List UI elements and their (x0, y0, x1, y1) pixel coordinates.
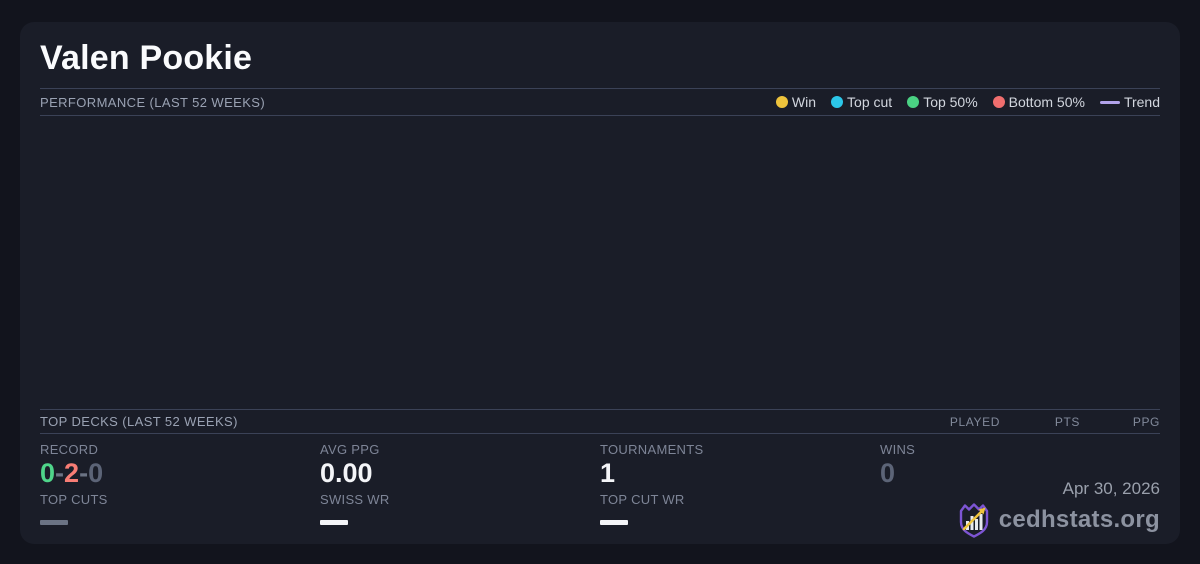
top-decks-section-header: TOP DECKS (LAST 52 WEEKS) PLAYED PTS PPG (40, 409, 1160, 434)
generated-date: Apr 30, 2026 (1062, 479, 1160, 498)
bottom-50-dot-icon (992, 96, 1005, 108)
legend-label: Trend (1123, 94, 1160, 110)
record-wins: 0 (40, 458, 56, 488)
stat-tournaments: TOURNAMENTS 1 TOP CUT WR (600, 442, 880, 544)
brand[interactable]: cedhstats.org (957, 502, 1160, 538)
legend-label: Win (791, 94, 817, 110)
record-value: 0-2-0 (40, 458, 320, 488)
top-50-dot-icon (907, 96, 920, 108)
trend-line-icon (1099, 100, 1120, 104)
brand-name: cedhstats.org (998, 506, 1160, 533)
top-decks-heading: TOP DECKS (LAST 52 WEEKS) (40, 414, 238, 429)
wins-label: WINS (880, 442, 916, 457)
top-cut-wr-placeholder-dash (600, 520, 628, 525)
cedhstats-shield-logo-icon (959, 503, 988, 538)
column-header-ppg: PPG (1132, 414, 1160, 429)
player-stats-card: Valen Pookie PERFORMANCE (LAST 52 WEEKS)… (20, 22, 1180, 544)
stat-record: RECORD 0-2-0 TOP CUTS (40, 442, 320, 544)
stat-avg-ppg: AVG PPG 0.00 SWISS WR (320, 442, 600, 544)
legend-label: Bottom 50% (1008, 94, 1085, 110)
record-separator: - (79, 458, 89, 488)
column-header-played: PLAYED (949, 414, 1000, 429)
page-title: Valen Pookie (40, 39, 253, 77)
card-footer: Apr 30, 2026 cedhstats.org (957, 479, 1160, 538)
legend-item-win[interactable]: Win (775, 94, 817, 110)
record-losses: 2 (64, 458, 80, 488)
legend-label: Top 50% (923, 94, 978, 110)
swiss-wr-placeholder-dash (320, 520, 348, 525)
top-cut-dot-icon (831, 96, 844, 108)
legend-item-bottom-50[interactable]: Bottom 50% (992, 94, 1085, 110)
top-decks-column-headers: PLAYED PTS PPG (920, 415, 1160, 429)
record-draws: 0 (88, 458, 104, 488)
avg-ppg-label: AVG PPG (320, 442, 380, 457)
tournaments-value: 1 (600, 458, 616, 488)
performance-chart-empty (40, 116, 1160, 409)
chart-legend: Win Top cut Top 50% Bottom 50% Trend (775, 94, 1160, 110)
avg-ppg-value: 0.00 (320, 458, 373, 488)
top-cuts-label: TOP CUTS (40, 492, 108, 507)
win-dot-icon (775, 96, 788, 108)
performance-heading: PERFORMANCE (LAST 52 WEEKS) (40, 94, 266, 110)
swiss-wr-label: SWISS WR (320, 492, 390, 507)
top-cuts-placeholder-dash (40, 520, 68, 525)
record-separator: - (55, 458, 65, 488)
top-cut-wr-label: TOP CUT WR (600, 492, 685, 507)
legend-item-top-cut[interactable]: Top cut (831, 94, 892, 110)
record-label: RECORD (40, 442, 99, 457)
legend-item-trend[interactable]: Trend (1099, 94, 1160, 110)
legend-item-top-50[interactable]: Top 50% (907, 94, 978, 110)
legend-label: Top cut (847, 94, 893, 110)
tournaments-label: TOURNAMENTS (600, 442, 704, 457)
column-header-pts: PTS (1054, 414, 1080, 429)
performance-section-header: PERFORMANCE (LAST 52 WEEKS) Win Top cut … (40, 88, 1160, 116)
